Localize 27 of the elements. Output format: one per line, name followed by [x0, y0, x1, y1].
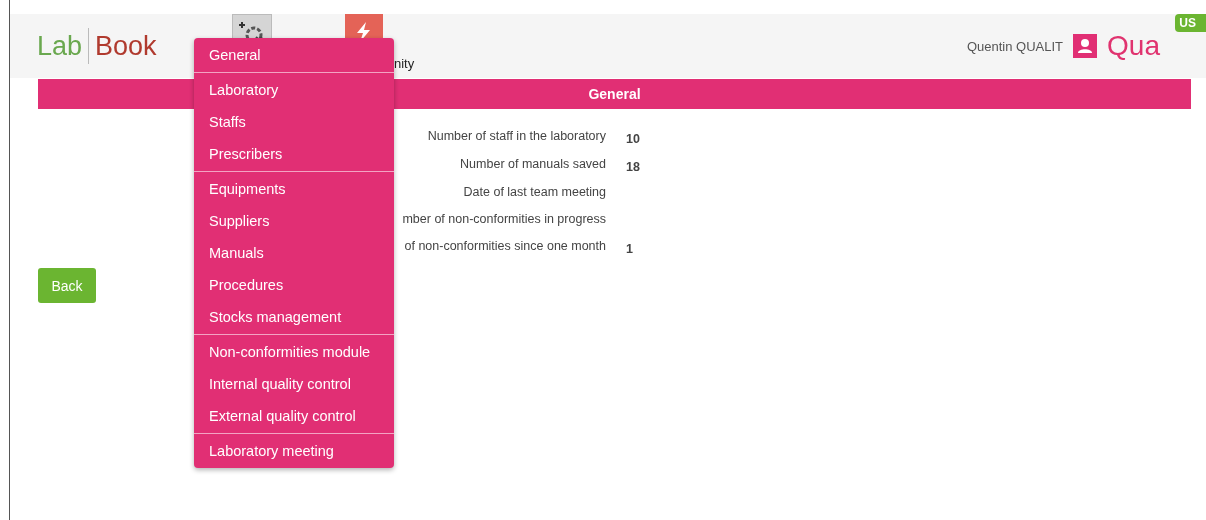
- menu-item[interactable]: Equipments: [194, 173, 394, 205]
- stat-label: Number of manuals saved: [460, 157, 606, 173]
- language-selector[interactable]: US: [1175, 14, 1206, 32]
- stat-value: 1: [625, 241, 634, 256]
- menu-label[interactable]: nity: [394, 56, 415, 71]
- menu-item[interactable]: General: [194, 39, 394, 71]
- menu-item[interactable]: Staffs: [194, 106, 394, 138]
- brand-text: Qua: [1107, 30, 1160, 62]
- stat-label: Number of staff in the laboratory: [427, 129, 606, 145]
- back-button[interactable]: Back: [38, 268, 96, 303]
- stat-label: of non-conformities since one month: [404, 239, 606, 255]
- menu-item[interactable]: Prescribers: [194, 138, 394, 170]
- logo: Lab Book: [37, 28, 157, 64]
- menu-item[interactable]: External quality control: [194, 400, 394, 432]
- menu-item[interactable]: Manuals: [194, 237, 394, 269]
- stat-label: Date of last team meeting: [463, 185, 606, 201]
- menu-item[interactable]: Non-conformities module: [194, 336, 394, 368]
- stat-value: 18: [625, 159, 641, 174]
- menu-item[interactable]: Suppliers: [194, 205, 394, 237]
- stat-value: 10: [625, 131, 641, 146]
- menu-item[interactable]: Procedures: [194, 269, 394, 301]
- user-icon[interactable]: [1073, 34, 1098, 58]
- stat-label: mber of non-conformities in progress: [402, 212, 606, 228]
- user-name: Quentin QUALIT: [966, 38, 1064, 54]
- menu-item[interactable]: Internal quality control: [194, 368, 394, 400]
- menu-item[interactable]: Laboratory meeting: [194, 435, 394, 467]
- menu-item[interactable]: Stocks management: [194, 301, 394, 333]
